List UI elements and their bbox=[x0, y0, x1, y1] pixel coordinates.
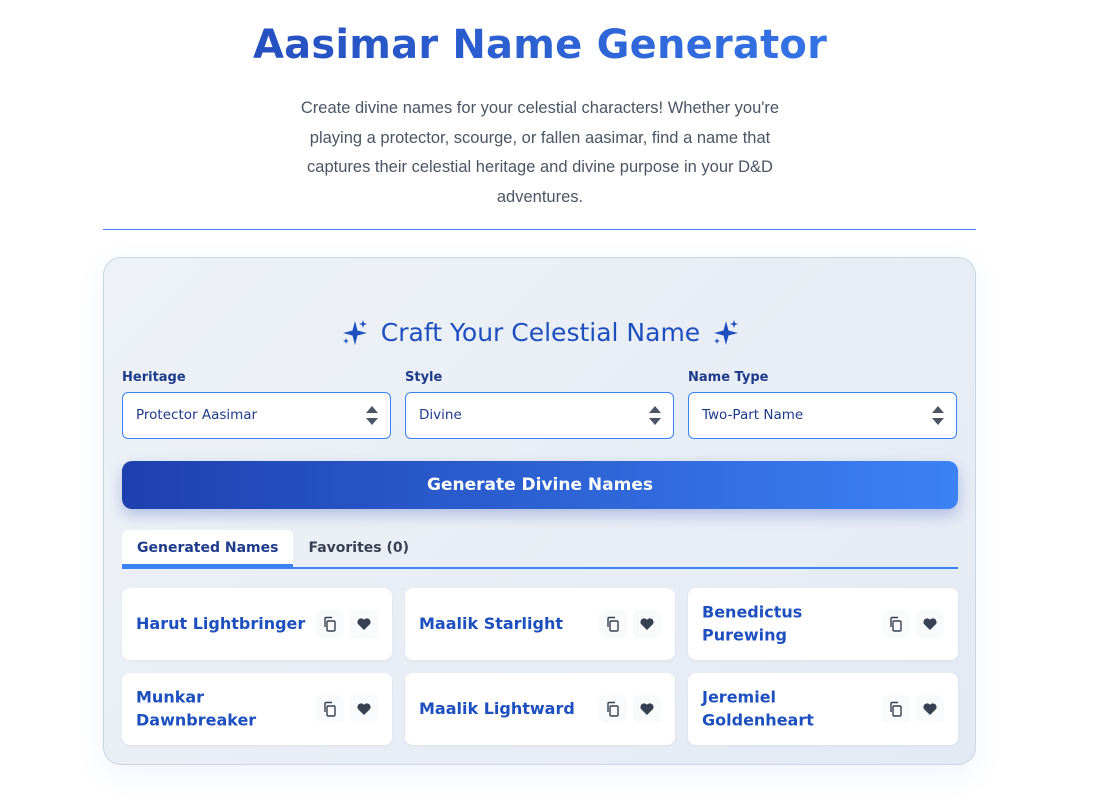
tab-generated-names[interactable]: Generated Names bbox=[122, 530, 294, 567]
copy-icon bbox=[607, 701, 619, 717]
name-type-field: Name Type Two-Part Name bbox=[688, 370, 957, 439]
generated-name: Benedictus Purewing bbox=[702, 602, 803, 645]
heart-icon bbox=[357, 618, 371, 630]
copy-icon bbox=[890, 701, 902, 717]
style-select[interactable]: Divine bbox=[405, 392, 674, 439]
copy-icon bbox=[890, 616, 902, 632]
name-card: Harut Lightbringer bbox=[122, 588, 392, 660]
style-field: Style Divine bbox=[405, 370, 674, 439]
style-value: Divine bbox=[419, 407, 462, 423]
heritage-label: Heritage bbox=[122, 370, 186, 385]
generator-title: Craft Your Celestial Name bbox=[104, 318, 977, 347]
page-title: Aasimar Name Generator bbox=[0, 22, 1080, 68]
copy-button[interactable] bbox=[316, 695, 344, 723]
copy-button[interactable] bbox=[599, 695, 627, 723]
copy-icon bbox=[607, 616, 619, 632]
name-type-label: Name Type bbox=[688, 370, 769, 385]
name-type-value: Two-Part Name bbox=[702, 407, 804, 423]
generator-card: Craft Your Celestial Name Heritage Prote… bbox=[103, 257, 976, 765]
heritage-value: Protector Aasimar bbox=[136, 407, 258, 423]
sparkles-icon bbox=[714, 319, 739, 345]
favorite-button[interactable] bbox=[916, 610, 944, 638]
tab-bar: Generated Names Favorites (0) bbox=[122, 530, 958, 569]
sort-arrows-icon bbox=[366, 406, 378, 425]
tab-favorites[interactable]: Favorites (0) bbox=[293, 530, 424, 567]
sort-arrows-icon bbox=[649, 406, 661, 425]
generated-name: Harut Lightbringer bbox=[136, 613, 306, 633]
copy-icon bbox=[324, 616, 336, 632]
generator-title-text: Craft Your Celestial Name bbox=[380, 318, 701, 347]
generated-name: Maalik Lightward bbox=[419, 698, 575, 718]
favorite-button[interactable] bbox=[633, 610, 661, 638]
sort-arrows-icon bbox=[932, 406, 944, 425]
favorite-button[interactable] bbox=[916, 695, 944, 723]
heart-icon bbox=[923, 618, 937, 630]
generated-name: Jeremiel Goldenheart bbox=[702, 687, 814, 730]
style-label: Style bbox=[405, 370, 443, 385]
name-card: Jeremiel Goldenheart bbox=[688, 673, 958, 745]
page: Aasimar Name Generator Create divine nam… bbox=[0, 0, 1120, 812]
sparkles-icon bbox=[342, 319, 367, 345]
favorite-button[interactable] bbox=[633, 695, 661, 723]
name-card: Maalik Lightward bbox=[405, 673, 675, 745]
copy-button[interactable] bbox=[882, 610, 910, 638]
generate-names-button[interactable]: Generate Divine Names bbox=[122, 461, 958, 509]
heritage-select[interactable]: Protector Aasimar bbox=[122, 392, 391, 439]
intro-text: Create divine names for your celestial c… bbox=[300, 99, 780, 206]
divider bbox=[103, 229, 976, 230]
heritage-field: Heritage Protector Aasimar bbox=[122, 370, 391, 439]
copy-button[interactable] bbox=[599, 610, 627, 638]
name-card: Maalik Starlight bbox=[405, 588, 675, 660]
name-type-select[interactable]: Two-Part Name bbox=[688, 392, 957, 439]
heart-icon bbox=[357, 703, 371, 715]
copy-button[interactable] bbox=[316, 610, 344, 638]
favorite-button[interactable] bbox=[350, 610, 378, 638]
heart-icon bbox=[923, 703, 937, 715]
name-card: Benedictus Purewing bbox=[688, 588, 958, 660]
name-card: Munkar Dawnbreaker bbox=[122, 673, 392, 745]
generated-name: Maalik Starlight bbox=[419, 613, 564, 633]
generated-name: Munkar Dawnbreaker bbox=[136, 687, 257, 730]
heart-icon bbox=[640, 618, 654, 630]
favorite-button[interactable] bbox=[350, 695, 378, 723]
name-results-grid: Harut Lightbringer Maalik Starlight Bene… bbox=[122, 588, 958, 745]
heart-icon bbox=[640, 703, 654, 715]
copy-button[interactable] bbox=[882, 695, 910, 723]
copy-icon bbox=[324, 701, 336, 717]
